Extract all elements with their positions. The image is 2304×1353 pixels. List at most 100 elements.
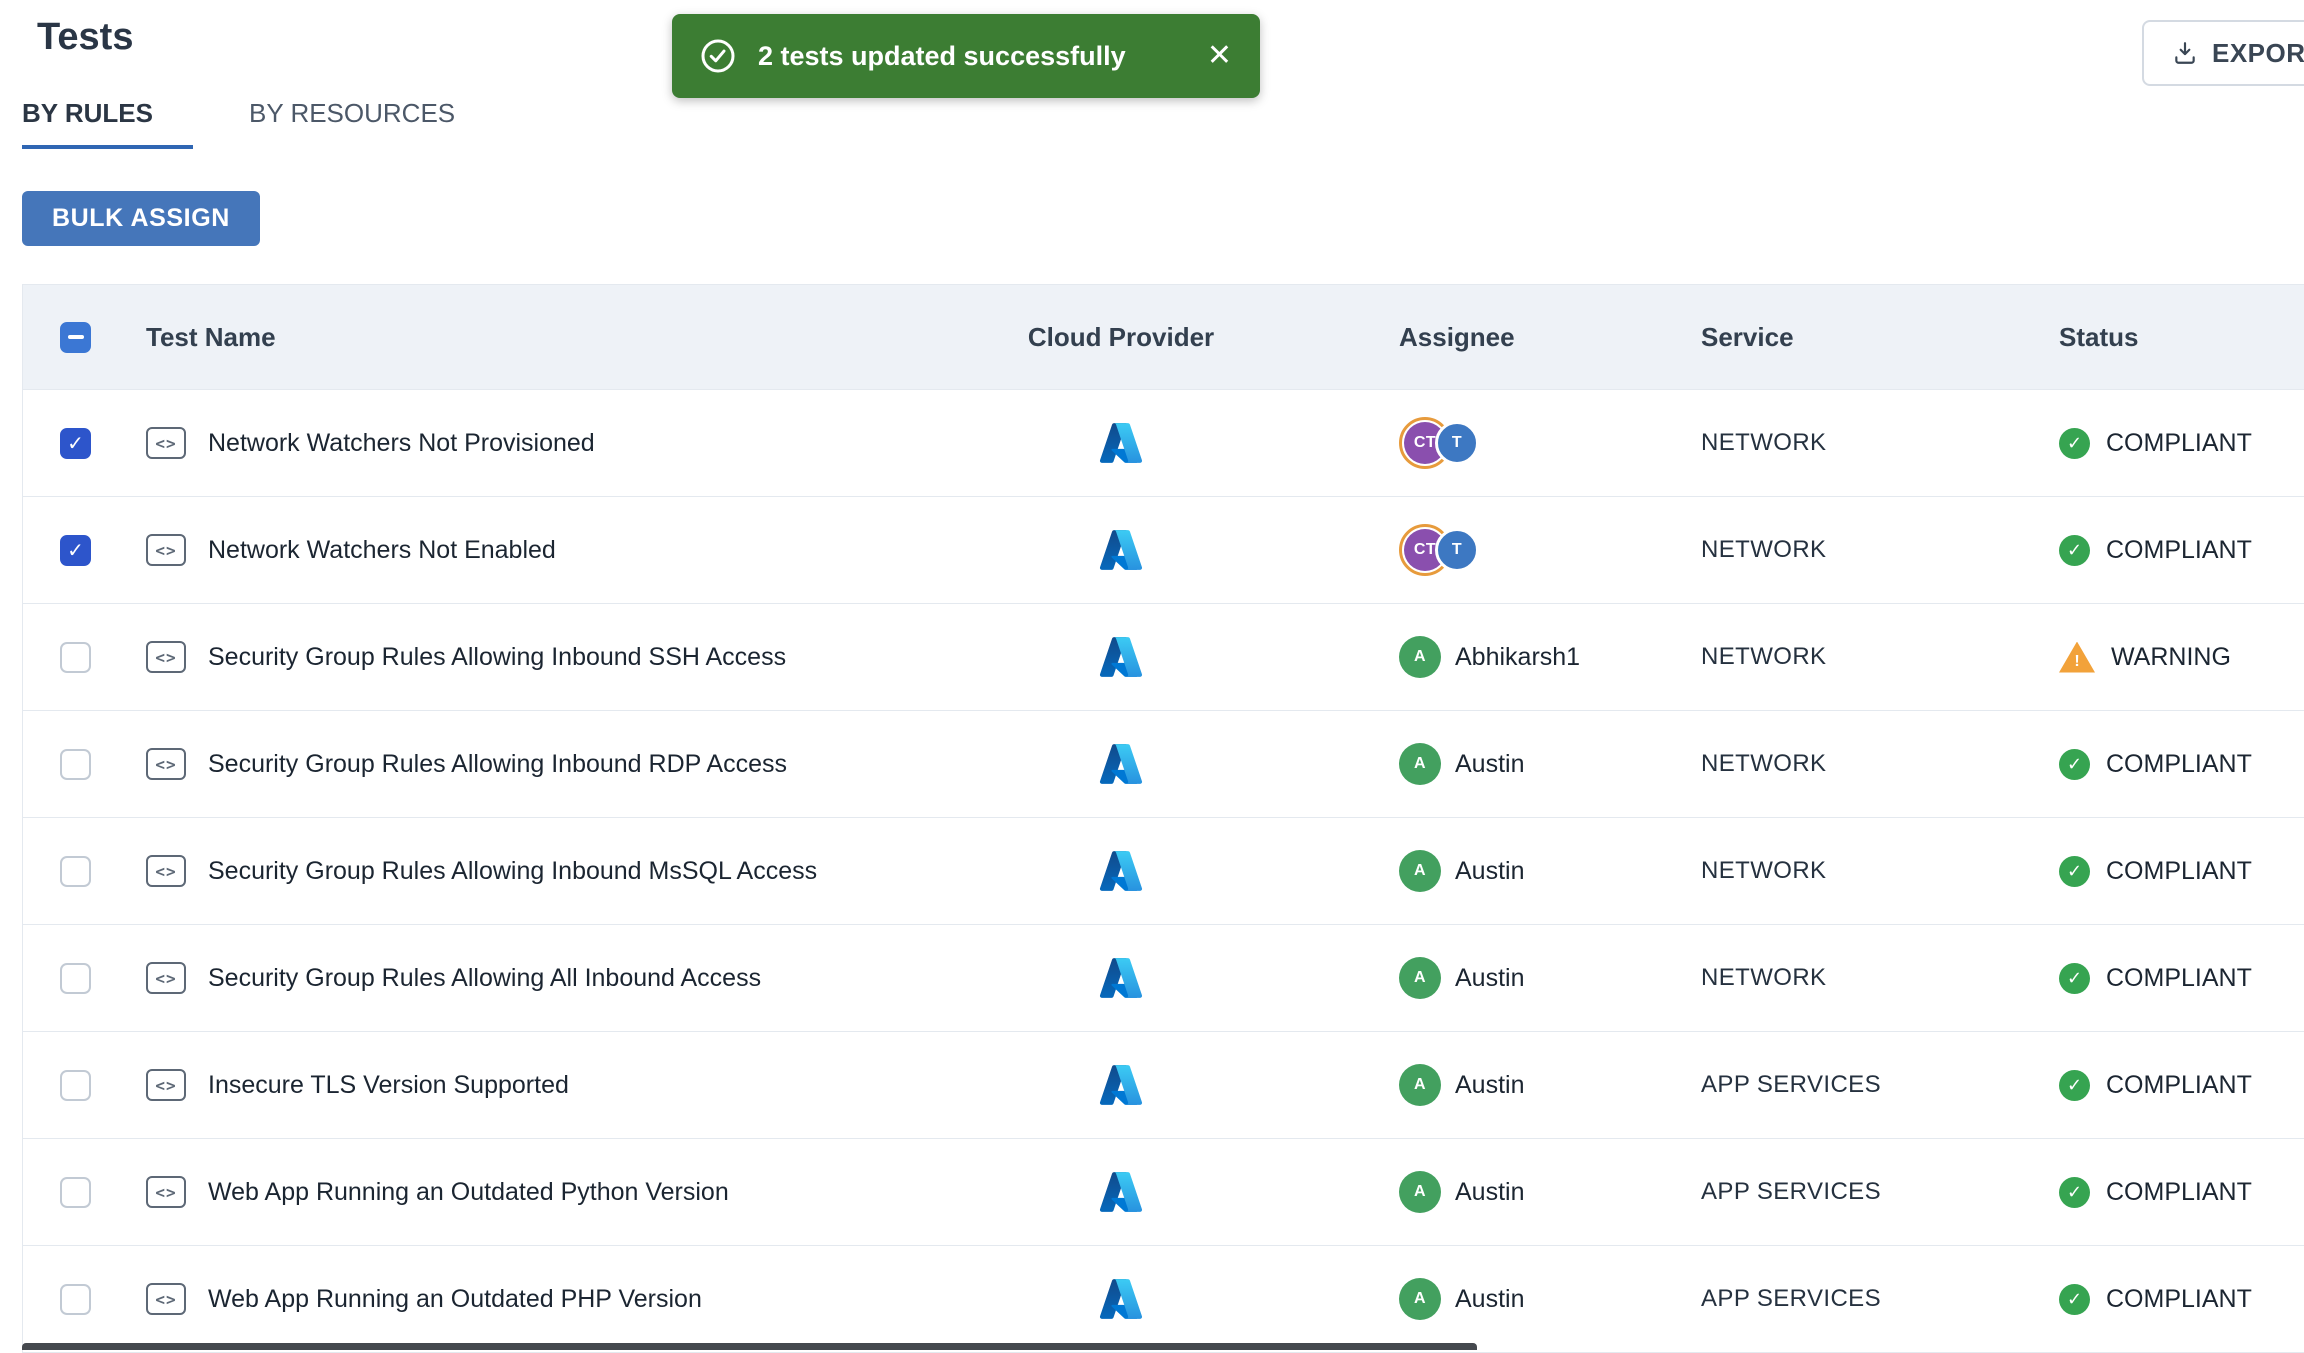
status-label: COMPLIANT xyxy=(2106,428,2252,457)
status-cell: ✓ COMPLIANT xyxy=(1951,748,2304,780)
service-value: NETWORK xyxy=(1701,750,1827,777)
status-label: COMPLIANT xyxy=(2106,1177,2252,1206)
code-icon xyxy=(146,1283,186,1315)
test-name-cell: Network Watchers Not Enabled xyxy=(123,534,951,566)
azure-icon xyxy=(1098,1276,1144,1322)
row-checkbox-cell xyxy=(23,855,123,887)
avatar: A xyxy=(1399,636,1441,678)
status-cell: ✓ COMPLIANT xyxy=(1951,962,2304,994)
status-icon: ✓ xyxy=(2059,962,2090,994)
tab-by-resources[interactable]: BY RESOURCES xyxy=(247,98,457,149)
status-label: COMPLIANT xyxy=(2106,963,2252,992)
column-header-assignee: Assignee xyxy=(1399,321,1515,352)
table-row[interactable]: Network Watchers Not Enabled CTT NETWORK… xyxy=(23,496,2304,603)
column-header-cloud-provider: Cloud Provider xyxy=(1027,321,1215,352)
azure-icon xyxy=(1098,848,1144,894)
bulk-assign-button[interactable]: BULK ASSIGN xyxy=(22,191,260,246)
row-checkbox[interactable] xyxy=(60,748,91,780)
status-icon: ✓ xyxy=(2059,1069,2090,1101)
status-icon: ✓ xyxy=(2059,748,2090,780)
assignee-cell: A Austin xyxy=(1291,1171,1601,1213)
status-cell: ✓ COMPLIANT xyxy=(1951,534,2304,566)
azure-icon xyxy=(1098,1169,1144,1215)
row-checkbox[interactable] xyxy=(60,427,91,459)
table-row[interactable]: Security Group Rules Allowing Inbound SS… xyxy=(23,603,2304,710)
horizontal-scrollbar[interactable] xyxy=(22,1343,1477,1350)
cloud-provider-cell xyxy=(951,527,1291,573)
service-value: NETWORK xyxy=(1701,429,1827,456)
table-row[interactable]: Network Watchers Not Provisioned CTT NET… xyxy=(23,389,2304,496)
test-name: Security Group Rules Allowing Inbound RD… xyxy=(208,749,788,778)
code-icon xyxy=(146,534,186,566)
cloud-provider-cell xyxy=(951,1276,1291,1322)
tests-table: Test Name Cloud Provider Assignee Servic… xyxy=(22,284,2304,1353)
select-all-checkbox[interactable] xyxy=(60,321,91,353)
table-row[interactable]: Web App Running an Outdated Python Versi… xyxy=(23,1138,2304,1245)
service-value: APP SERVICES xyxy=(1701,1071,1881,1098)
export-button[interactable]: EXPORT xyxy=(2142,20,2304,86)
assignee-cell: A Austin xyxy=(1291,1278,1601,1320)
row-checkbox-cell xyxy=(23,748,123,780)
test-name: Web App Running an Outdated Python Versi… xyxy=(208,1177,729,1206)
status-icon: ✓ xyxy=(2059,1283,2090,1315)
test-name: Web App Running an Outdated PHP Version xyxy=(208,1284,702,1313)
status-icon: ✓ xyxy=(2059,427,2090,459)
assignee-cell: A Austin xyxy=(1291,743,1601,785)
status-cell: ! WARNING xyxy=(1951,641,2304,673)
test-name-cell: Insecure TLS Version Supported xyxy=(123,1069,951,1101)
assignee-cell: A Austin xyxy=(1291,850,1601,892)
service-cell: APP SERVICES xyxy=(1601,1285,1951,1313)
cloud-provider-cell xyxy=(951,1062,1291,1108)
row-checkbox-cell xyxy=(23,427,123,459)
table-header-row: Test Name Cloud Provider Assignee Servic… xyxy=(23,285,2304,389)
code-icon xyxy=(146,1069,186,1101)
service-cell: NETWORK xyxy=(1601,964,1951,992)
assignee-cell: CT T xyxy=(1291,417,1601,469)
cloud-provider-cell xyxy=(951,848,1291,894)
page-title: Tests xyxy=(37,16,134,58)
close-icon[interactable]: ✕ xyxy=(1207,41,1232,71)
azure-icon xyxy=(1098,527,1144,573)
status-cell: ✓ COMPLIANT xyxy=(1951,1176,2304,1208)
assignee-name: Austin xyxy=(1455,963,1525,992)
azure-icon xyxy=(1098,420,1144,466)
check-circle-icon xyxy=(701,39,735,73)
service-value: NETWORK xyxy=(1701,857,1827,884)
row-checkbox[interactable] xyxy=(60,1283,91,1315)
status-cell: ✓ COMPLIANT xyxy=(1951,1283,2304,1315)
avatar: A xyxy=(1399,850,1441,892)
row-checkbox[interactable] xyxy=(60,641,91,673)
test-name-cell: Security Group Rules Allowing All Inboun… xyxy=(123,962,951,994)
table-row[interactable]: Web App Running an Outdated PHP Version … xyxy=(23,1245,2304,1352)
row-checkbox[interactable] xyxy=(60,962,91,994)
table-body: Network Watchers Not Provisioned CTT NET… xyxy=(23,389,2304,1352)
azure-icon xyxy=(1098,1062,1144,1108)
table-row[interactable]: Insecure TLS Version Supported A Austin A… xyxy=(23,1031,2304,1138)
test-name-cell: Network Watchers Not Provisioned xyxy=(123,427,951,459)
avatar: A xyxy=(1399,743,1441,785)
status-label: COMPLIANT xyxy=(2106,535,2252,564)
row-checkbox[interactable] xyxy=(60,1069,91,1101)
table-row[interactable]: Security Group Rules Allowing All Inboun… xyxy=(23,924,2304,1031)
cloud-provider-cell xyxy=(951,955,1291,1001)
table-row[interactable]: Security Group Rules Allowing Inbound RD… xyxy=(23,710,2304,817)
service-cell: APP SERVICES xyxy=(1601,1178,1951,1206)
row-checkbox[interactable] xyxy=(60,855,91,887)
service-value: APP SERVICES xyxy=(1701,1178,1881,1205)
row-checkbox[interactable] xyxy=(60,1176,91,1208)
export-button-label: EXPORT xyxy=(2212,37,2304,68)
tab-by-rules[interactable]: BY RULES xyxy=(22,98,193,149)
column-header-test-name: Test Name xyxy=(146,321,276,352)
test-name-cell: Web App Running an Outdated Python Versi… xyxy=(123,1176,951,1208)
status-cell: ✓ COMPLIANT xyxy=(1951,855,2304,887)
status-label: COMPLIANT xyxy=(2106,1284,2252,1313)
service-value: NETWORK xyxy=(1701,964,1827,991)
row-checkbox[interactable] xyxy=(60,534,91,566)
toast-message: 2 tests updated successfully xyxy=(758,40,1126,71)
assignee-name: Austin xyxy=(1455,1177,1525,1206)
assignee-name: Abhikarsh1 xyxy=(1455,642,1581,671)
test-name-cell: Security Group Rules Allowing Inbound Ms… xyxy=(123,855,951,887)
code-icon xyxy=(146,855,186,887)
table-row[interactable]: Security Group Rules Allowing Inbound Ms… xyxy=(23,817,2304,924)
code-icon xyxy=(146,641,186,673)
